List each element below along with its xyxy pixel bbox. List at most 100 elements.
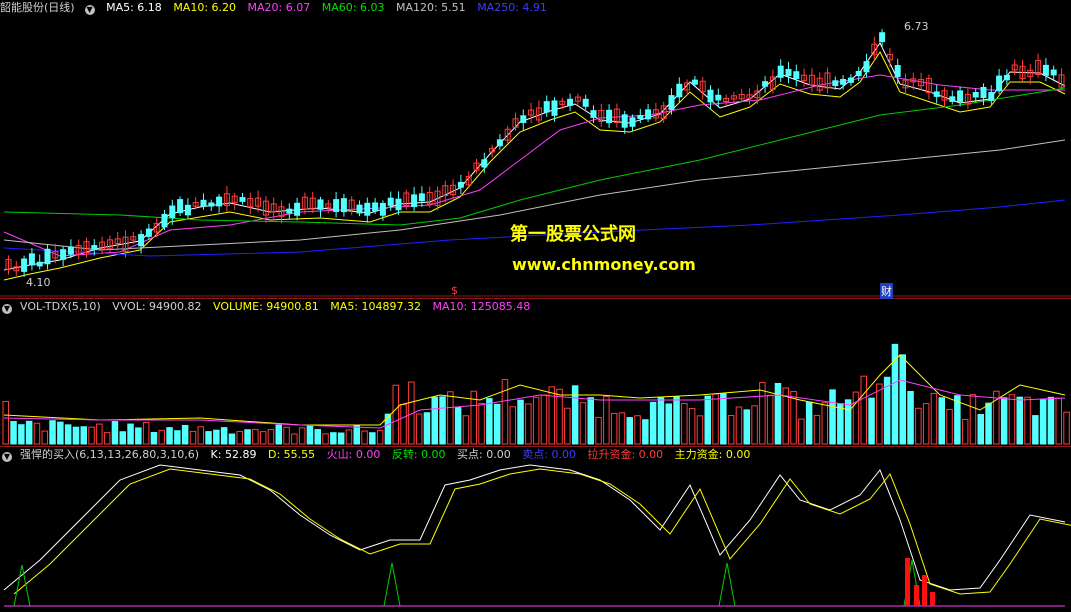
vvol-value: VVOL: 94900.82 xyxy=(112,300,202,313)
volume-bar xyxy=(696,415,704,445)
volume-bar xyxy=(291,433,298,445)
candle-body xyxy=(879,32,886,43)
vol-indicator-name: VOL-TDX(5,10) xyxy=(20,300,101,313)
volume-bar xyxy=(10,421,17,445)
lasheng-bar xyxy=(905,558,910,606)
candle-body xyxy=(184,204,191,216)
candle-body xyxy=(707,89,714,103)
volume-bar xyxy=(954,395,961,445)
candle-body xyxy=(621,114,628,128)
candle-body xyxy=(1042,64,1049,76)
volume-bar xyxy=(174,430,181,445)
indicator-legend: ▼ 强悍的买入(6,13,13,26,80,3,10,6) K: 52.89 D:… xyxy=(0,447,758,463)
volume-bar xyxy=(400,404,407,445)
volume-bar xyxy=(657,397,665,445)
volume-bar xyxy=(688,408,696,445)
volume-bar xyxy=(181,424,189,445)
candle-body xyxy=(582,98,589,107)
candle-body xyxy=(855,70,862,77)
volume-bar xyxy=(439,396,446,445)
volume-bar xyxy=(259,431,267,445)
volume-bar xyxy=(298,427,306,445)
volume-bar xyxy=(41,430,48,445)
candle-body xyxy=(762,81,769,87)
volume-bar xyxy=(525,403,532,445)
volume-bar xyxy=(431,396,438,445)
lasheng-bar xyxy=(922,575,927,606)
volume-bar xyxy=(252,428,259,445)
volume-bar xyxy=(33,422,41,445)
candle-body xyxy=(200,199,207,207)
volume-legend: ▼ VOL-TDX(5,10) VVOL: 94900.82 VOLUME: 94… xyxy=(0,299,538,315)
candle-body xyxy=(645,109,652,120)
candle-body xyxy=(216,196,223,207)
candle-body xyxy=(208,202,215,207)
volume-bar xyxy=(821,402,828,445)
fanzhuan-value: 反转: 0.00 xyxy=(391,448,446,461)
volume-bar xyxy=(564,407,571,445)
volume-bar xyxy=(322,433,329,445)
candle-body xyxy=(67,246,74,255)
volume-bar xyxy=(197,426,204,445)
candle-body xyxy=(411,194,418,208)
candle-body xyxy=(496,139,503,147)
volume-bar xyxy=(915,407,922,445)
volume-bar xyxy=(72,426,80,445)
volume-bar xyxy=(813,414,821,445)
lasheng-bar xyxy=(930,592,935,606)
volume-bar xyxy=(727,415,735,445)
volume-bar xyxy=(189,430,197,445)
volume-bar xyxy=(961,418,969,445)
marker-s[interactable]: $ xyxy=(451,284,458,297)
volume-bar xyxy=(649,401,657,445)
candle-body xyxy=(785,68,792,76)
volume-bar xyxy=(1016,396,1023,445)
volume-bar xyxy=(2,400,9,445)
huoshan-value: 火山: 0.00 xyxy=(326,448,381,461)
volume-bar xyxy=(330,432,337,445)
volume-bar xyxy=(493,403,501,445)
candle-body xyxy=(340,198,347,213)
candle-body xyxy=(551,100,558,116)
volume-bar xyxy=(283,426,290,445)
candle-body xyxy=(520,115,527,123)
chevron-down-icon[interactable]: ▼ xyxy=(2,452,12,462)
volume-bar xyxy=(579,402,587,445)
volume-bar xyxy=(876,383,883,445)
candle-body xyxy=(894,65,901,77)
k-value: K: 52.89 xyxy=(210,448,257,461)
ma60-line xyxy=(3,87,1066,226)
volume-bar xyxy=(868,397,875,445)
volume-bar xyxy=(759,382,766,445)
candle-body xyxy=(91,245,98,250)
volume-bar xyxy=(1008,394,1016,445)
candle-body xyxy=(949,96,956,102)
volume-bar xyxy=(96,423,103,445)
candle-body xyxy=(637,115,644,120)
volume-bar xyxy=(80,426,87,445)
watermark-url: www.chnmoney.com xyxy=(512,255,696,274)
volume-bar xyxy=(977,414,984,445)
volume-bar xyxy=(704,395,711,445)
candle-body xyxy=(543,101,550,113)
volume-bar xyxy=(18,424,25,445)
volume-bar xyxy=(150,431,158,445)
lasheng-value: 拉升资金: 0.00 xyxy=(587,448,664,461)
volume-bar xyxy=(556,388,563,445)
candle-body xyxy=(457,181,464,188)
chevron-down-icon[interactable]: ▼ xyxy=(2,304,12,314)
candle-body xyxy=(629,117,636,127)
volume-bar xyxy=(618,412,626,445)
volume-bar xyxy=(540,394,548,445)
marker-cai[interactable]: 财 xyxy=(880,283,893,299)
volume-bar xyxy=(501,379,509,445)
volume-bar xyxy=(665,403,672,445)
candle-body xyxy=(793,71,800,80)
candle-body xyxy=(980,86,987,99)
volume-bar xyxy=(127,423,134,445)
candle-body xyxy=(28,253,35,266)
candle-body xyxy=(590,110,597,118)
candle-body xyxy=(972,91,979,98)
volume-bar xyxy=(1024,396,1031,445)
candle-body xyxy=(847,77,854,83)
